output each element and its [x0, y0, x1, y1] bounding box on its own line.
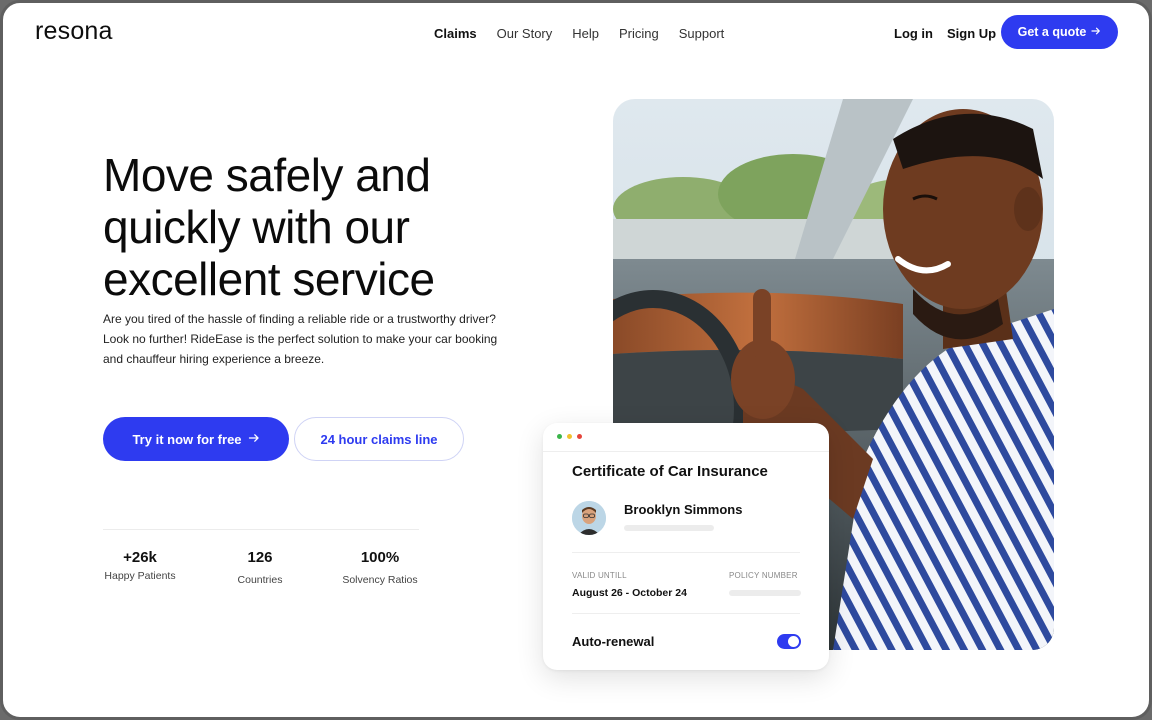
claims-line-button[interactable]: 24 hour claims line	[294, 417, 464, 461]
dot-green	[557, 434, 562, 439]
signup-link[interactable]: Sign Up	[947, 26, 996, 41]
window-dots	[557, 434, 582, 439]
stat-solvency: 100% Solvency Ratios	[339, 549, 421, 586]
nav-pricing[interactable]: Pricing	[619, 26, 659, 41]
valid-until-value: August 26 - October 24	[572, 587, 687, 599]
nav-our-story[interactable]: Our Story	[497, 26, 553, 41]
logo[interactable]: resona	[35, 17, 113, 46]
card-header-divider	[543, 451, 829, 452]
auto-renewal-label: Auto-renewal	[572, 634, 655, 649]
auto-renewal-toggle[interactable]	[777, 634, 801, 649]
arrow-right-icon	[248, 432, 260, 447]
try-free-label: Try it now for free	[132, 431, 242, 447]
login-link[interactable]: Log in	[894, 26, 933, 41]
stat-value: 126	[247, 549, 273, 566]
browser-frame: resona Claims Our Story Help Pricing Sup…	[0, 0, 1152, 720]
auth-links: Log in Sign Up	[894, 26, 1010, 41]
nav-support[interactable]: Support	[679, 26, 725, 41]
dot-red	[577, 434, 582, 439]
avatar	[572, 501, 606, 535]
stat-value: +26k	[123, 549, 157, 566]
hero-title: Move safely and quickly with our excelle…	[103, 149, 435, 305]
policy-number-placeholder	[729, 590, 801, 596]
stat-label: Countries	[237, 574, 283, 586]
nav-help[interactable]: Help	[572, 26, 599, 41]
policy-holder-name: Brooklyn Simmons	[624, 502, 743, 517]
stat-label: Solvency Ratios	[342, 574, 418, 586]
nav-claims[interactable]: Claims	[434, 26, 477, 41]
arrow-right-icon	[1091, 25, 1101, 39]
card-title: Certificate of Car Insurance	[572, 463, 768, 480]
policy-number-label: POLICY NUMBER	[729, 571, 798, 580]
placeholder-bar	[624, 525, 714, 531]
main-nav: Claims Our Story Help Pricing Support	[434, 26, 744, 41]
stat-value: 100%	[360, 549, 400, 566]
stat-patients: +26k Happy Patients	[103, 549, 177, 582]
insurance-card: Certificate of Car Insurance Brooklyn Si…	[543, 423, 829, 670]
stat-label: Happy Patients	[104, 570, 176, 582]
try-free-button[interactable]: Try it now for free	[103, 417, 289, 461]
get-quote-button[interactable]: Get a quote	[1001, 15, 1118, 49]
card-divider	[572, 613, 800, 614]
dot-yellow	[567, 434, 572, 439]
get-quote-label: Get a quote	[1017, 25, 1087, 39]
card-divider	[572, 552, 800, 553]
stats-divider	[103, 529, 419, 530]
stat-countries: 126 Countries	[227, 549, 293, 586]
hero-description: Are you tired of the hassle of finding a…	[103, 312, 498, 366]
valid-until-label: VALID UNTILL	[572, 571, 627, 580]
